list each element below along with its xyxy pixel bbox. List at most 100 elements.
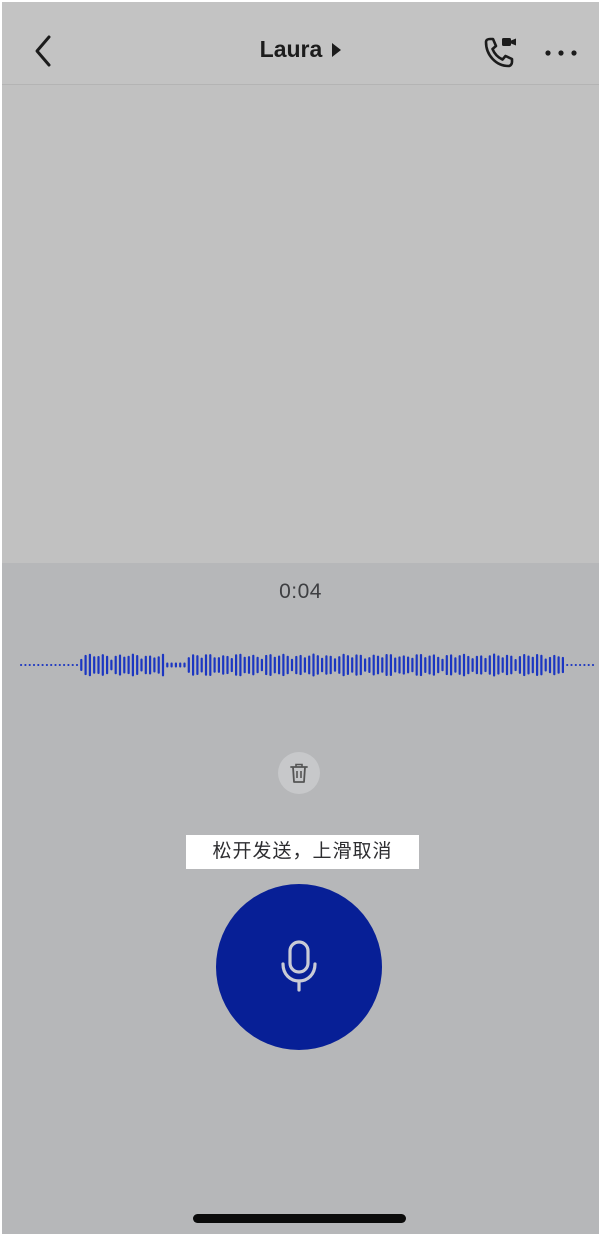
- more-button[interactable]: [540, 42, 580, 62]
- waveform-bar: [458, 655, 461, 675]
- waveform-bar: [364, 658, 367, 672]
- waveform-bar: [381, 657, 384, 673]
- waveform-bar: [41, 664, 44, 666]
- waveform-bar: [501, 657, 504, 673]
- waveform-bar: [518, 656, 521, 674]
- waveform-bar: [247, 656, 251, 674]
- waveform-bar: [488, 655, 491, 675]
- chat-header: Laura: [2, 2, 599, 85]
- waveform-bar: [454, 657, 457, 673]
- waveform-bar: [394, 657, 397, 673]
- waveform-bar: [183, 662, 186, 668]
- waveform-bar: [329, 655, 332, 675]
- waveform-bar: [273, 656, 276, 674]
- waveform-bar: [71, 664, 74, 666]
- waveform-bar: [321, 657, 324, 673]
- waveform-bar: [402, 655, 405, 675]
- waveform-bar: [196, 655, 199, 675]
- waveform-bar: [548, 656, 552, 674]
- waveform-bar: [419, 654, 423, 677]
- waveform-bar: [325, 655, 328, 675]
- waveform-bar: [157, 656, 160, 674]
- waveform-bar: [493, 653, 496, 677]
- waveform-bar: [510, 655, 513, 675]
- waveform-bar: [561, 656, 564, 674]
- waveform-bar: [114, 655, 117, 675]
- waveform-bar: [256, 656, 259, 674]
- waveform-bar: [222, 655, 225, 675]
- waveform-bar: [557, 656, 560, 674]
- waveform-bar: [445, 655, 448, 676]
- waveform-bar: [140, 658, 143, 672]
- waveform-bar: [170, 662, 173, 668]
- trash-icon: [290, 763, 308, 783]
- microphone-icon: [281, 940, 317, 992]
- waveform-bar: [144, 655, 147, 675]
- waveform-bar: [579, 664, 582, 666]
- waveform-bar: [308, 655, 311, 675]
- waveform-bar: [84, 654, 87, 676]
- waveform-bar: [269, 654, 272, 676]
- waveform-bar: [338, 656, 341, 674]
- waveform-bar: [450, 654, 453, 676]
- home-indicator: [193, 1214, 406, 1223]
- waveform-bar: [80, 658, 83, 671]
- waveform-bar: [235, 654, 238, 676]
- waveform-bar: [540, 654, 543, 676]
- waveform-bar: [299, 654, 302, 676]
- waveform-bar: [278, 655, 281, 675]
- waveform-bar: [24, 664, 27, 666]
- waveform-bar: [239, 653, 242, 677]
- waveform-bar: [437, 656, 440, 674]
- waveform-bar: [359, 654, 362, 676]
- waveform-bar: [63, 664, 66, 666]
- waveform-bar: [295, 655, 298, 675]
- caret-right-icon: [332, 42, 342, 57]
- waveform-bar: [398, 656, 401, 674]
- waveform-bar: [303, 657, 306, 673]
- waveform-bar: [574, 664, 577, 666]
- waveform-bar: [230, 658, 233, 673]
- waveform-bar: [131, 653, 134, 677]
- waveform-bar: [179, 662, 182, 668]
- waveform-bar: [342, 653, 345, 677]
- waveform-bar: [50, 664, 53, 666]
- waveform-bar: [471, 658, 474, 672]
- waveform-bar: [174, 662, 177, 668]
- waveform-bar: [101, 654, 104, 676]
- waveform-bar: [127, 655, 130, 675]
- waveform-bar: [28, 664, 31, 666]
- delete-recording-button[interactable]: [278, 752, 320, 794]
- call-button[interactable]: [480, 35, 518, 71]
- waveform-bar: [106, 655, 109, 675]
- waveform-bar: [110, 659, 113, 671]
- waveform-bar: [209, 654, 212, 676]
- waveform-bar: [566, 664, 569, 666]
- waveform-bar: [149, 655, 152, 675]
- waveform-bar: [312, 653, 315, 677]
- waveform-bar: [161, 653, 165, 677]
- waveform-bar: [136, 655, 139, 675]
- waveform-bar: [484, 657, 487, 673]
- waveform-bar: [514, 659, 517, 672]
- waveform-bar: [523, 654, 526, 677]
- voice-recording-panel: 0:04 松开发送，上滑取消: [2, 563, 599, 1234]
- waveform-bar: [187, 657, 190, 673]
- waveform-bar: [467, 655, 470, 675]
- hold-to-record-button[interactable]: [216, 884, 382, 1050]
- waveform-bar: [355, 654, 358, 676]
- waveform-bar: [536, 654, 539, 676]
- waveform-bar: [553, 654, 556, 676]
- waveform-bar: [200, 657, 203, 673]
- waveform-bar: [217, 657, 220, 673]
- chat-screen: Laura 0:04 松开发送，上滑取消: [2, 2, 599, 1234]
- waveform-bar: [587, 664, 590, 666]
- waveform-bar: [407, 656, 410, 674]
- waveform-bar: [368, 657, 371, 673]
- waveform-bar: [432, 654, 435, 676]
- waveform-bar: [372, 654, 375, 676]
- waveform-bar: [475, 655, 478, 675]
- waveform-bar: [591, 664, 595, 666]
- waveform-bar: [351, 657, 354, 673]
- waveform-bar: [333, 658, 337, 672]
